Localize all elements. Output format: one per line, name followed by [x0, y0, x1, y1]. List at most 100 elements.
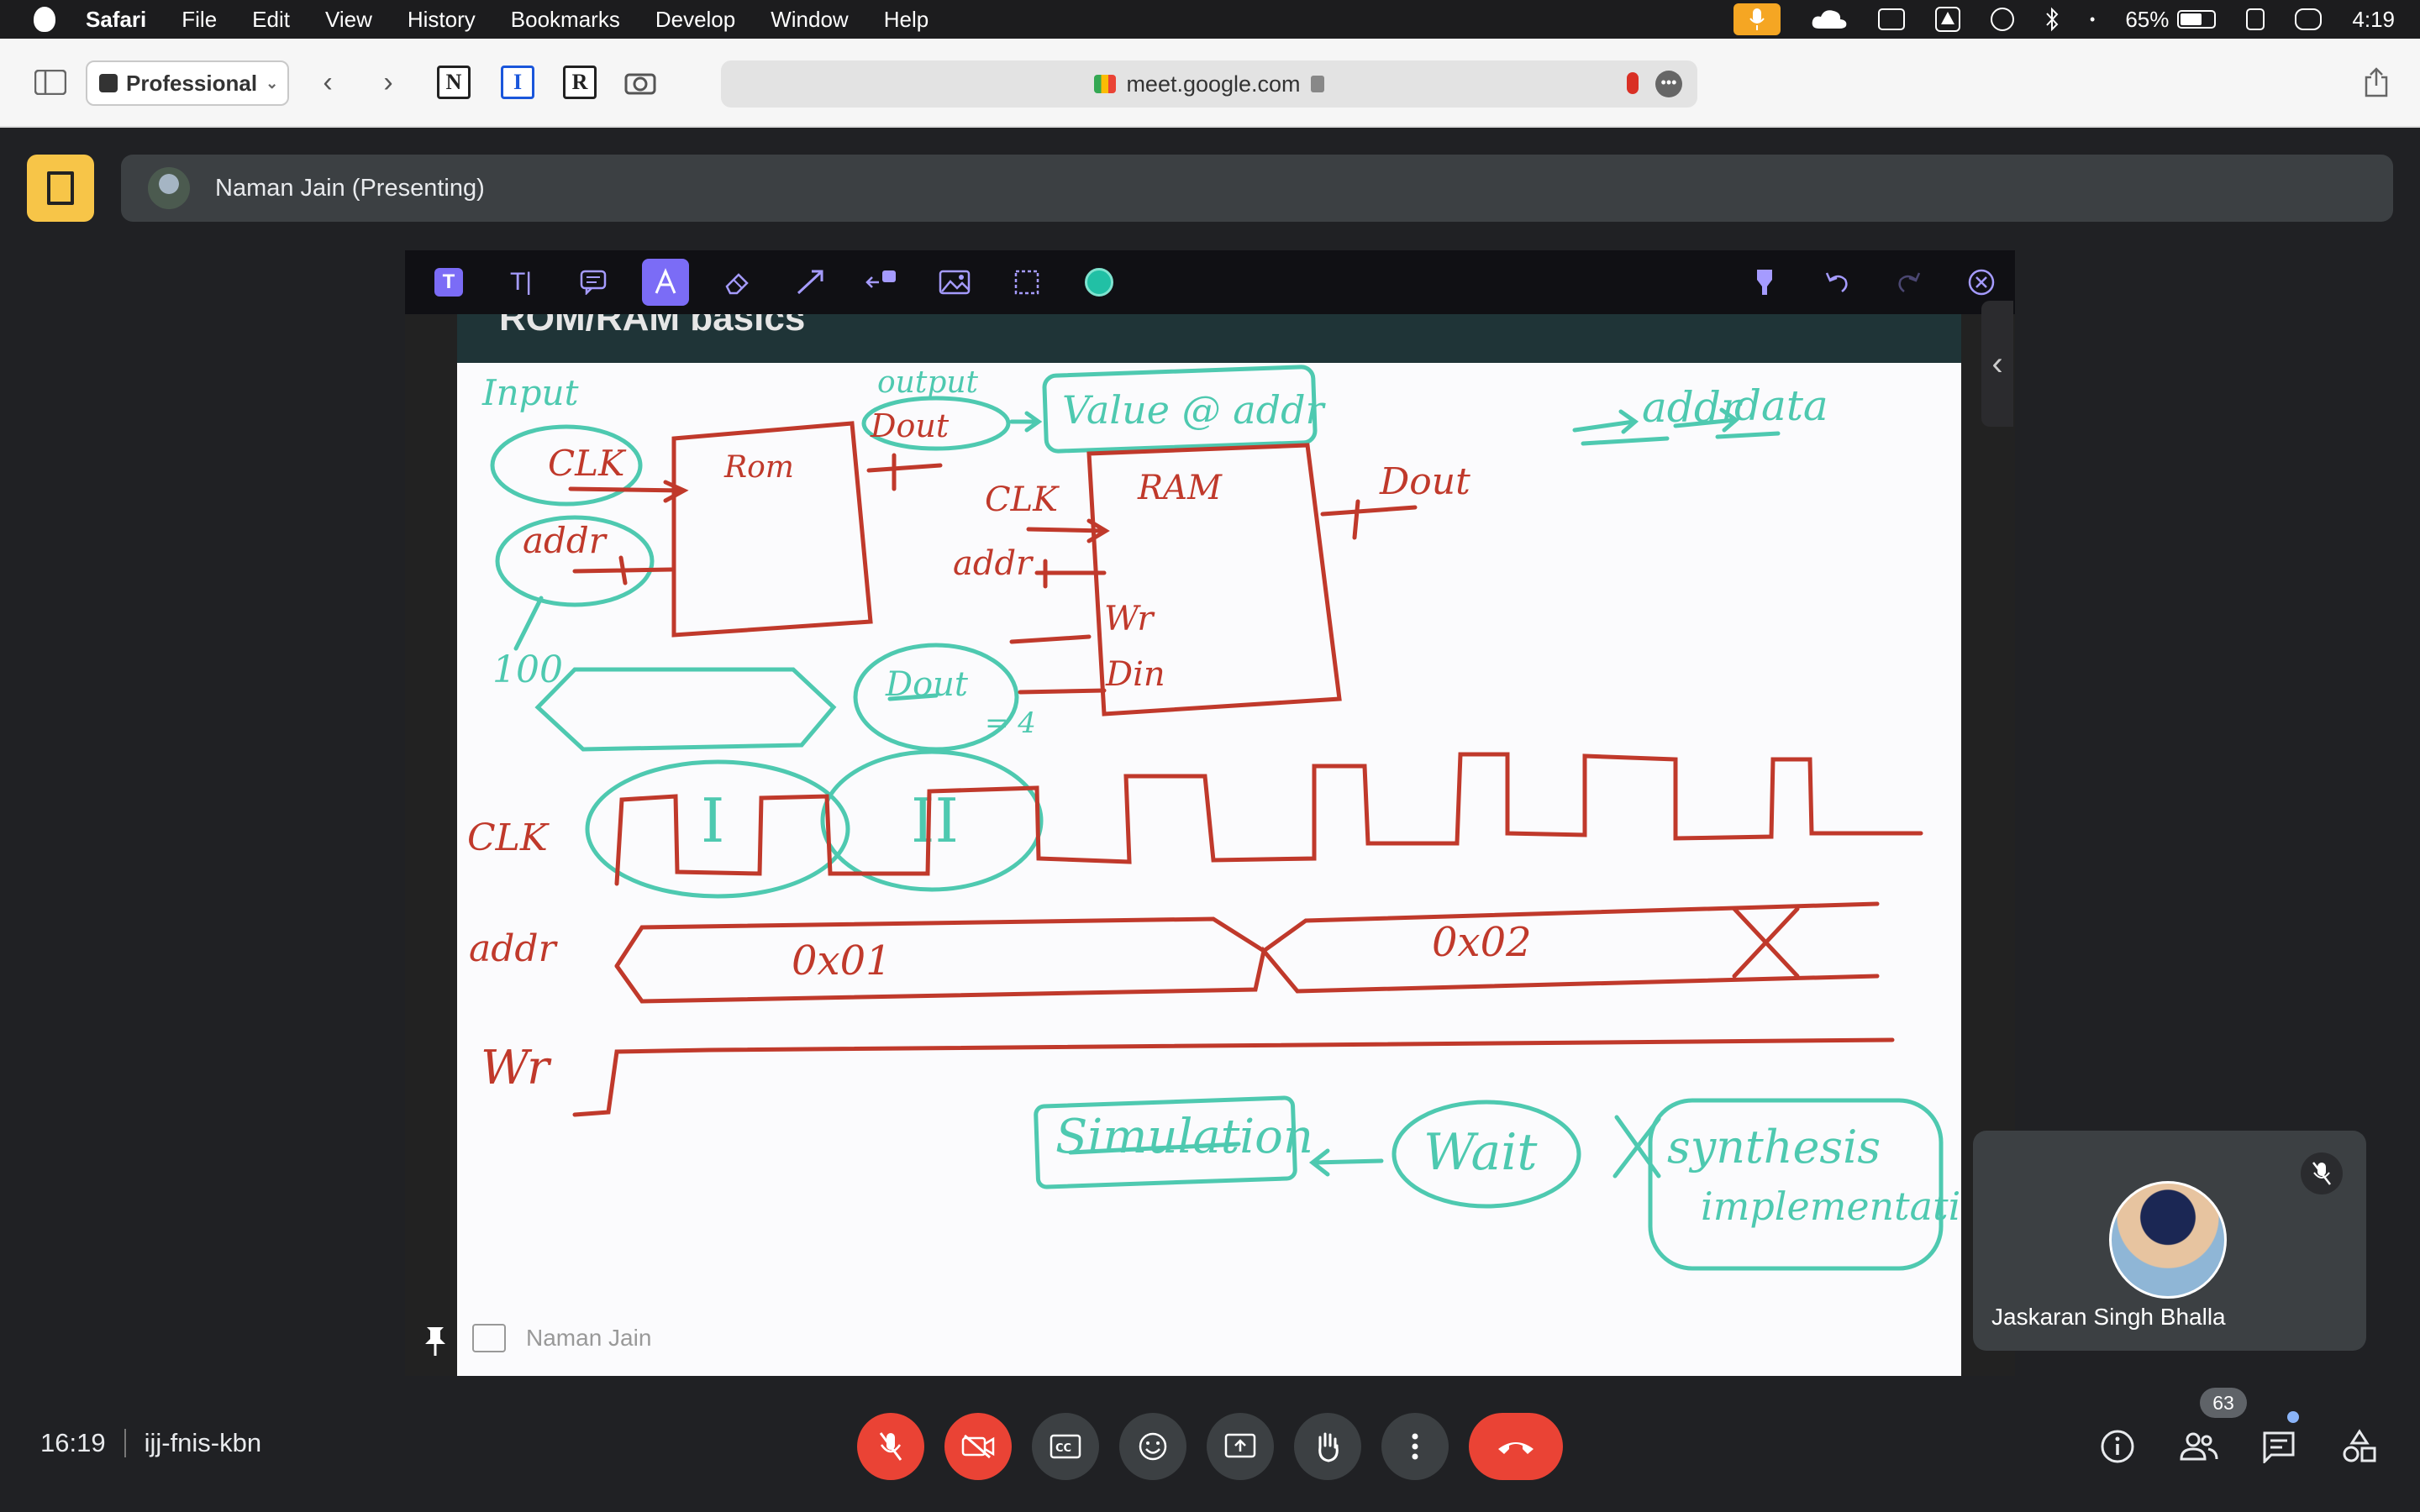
- url-text: meet.google.com: [1126, 71, 1301, 97]
- label-dout-teal: Dout: [885, 665, 969, 704]
- more-icon[interactable]: •••: [1655, 71, 1682, 97]
- highlighter-icon[interactable]: [1741, 259, 1788, 306]
- address-bar[interactable]: meet.google.com •••: [721, 60, 1697, 108]
- menu-help[interactable]: Help: [884, 7, 929, 33]
- slide-title: ROM/RAM basics: [457, 314, 1961, 363]
- image-tool-icon[interactable]: [931, 259, 978, 306]
- chevron-down-icon: ⌄: [266, 74, 279, 92]
- eraser-icon[interactable]: [714, 259, 761, 306]
- label-synthesis: synthesis: [1667, 1121, 1881, 1173]
- menu-view[interactable]: View: [325, 7, 372, 33]
- time-machine-icon[interactable]: [1991, 8, 2015, 31]
- menu-file[interactable]: File: [182, 7, 217, 33]
- menubar-clock[interactable]: 4:19: [2352, 7, 2395, 33]
- people-icon[interactable]: [2178, 1426, 2218, 1467]
- presentation-icon: [472, 1324, 506, 1352]
- participant-count-badge: 63: [2200, 1388, 2247, 1418]
- label-clk-ram: CLK: [985, 480, 1060, 519]
- selection-tool-icon[interactable]: [1003, 259, 1050, 306]
- end-call-icon: [1498, 1442, 1534, 1454]
- safari-toolbar: Professional ⌄ ‹ › N I R meet.google.com…: [0, 39, 2420, 128]
- comment-icon[interactable]: [570, 259, 617, 306]
- label-0x02: 0x02: [1432, 919, 1532, 966]
- present-screen-icon: [1224, 1433, 1256, 1458]
- share-icon[interactable]: [2360, 66, 2393, 99]
- color-picker-icon[interactable]: [1076, 259, 1123, 306]
- emoji-icon: [1139, 1432, 1167, 1461]
- pen-tool-icon[interactable]: [642, 259, 689, 306]
- presenter-name: Naman Jain: [526, 1325, 652, 1351]
- activities-icon[interactable]: [2339, 1426, 2380, 1467]
- undo-icon[interactable]: [1813, 259, 1860, 306]
- bluetooth-icon[interactable]: [2044, 7, 2060, 32]
- icloud-icon[interactable]: [1811, 8, 1848, 30]
- door-icon: [47, 171, 74, 205]
- pin-icon[interactable]: [424, 1326, 449, 1356]
- menu-history[interactable]: History: [408, 7, 476, 33]
- pointer-tool-icon[interactable]: [859, 259, 906, 306]
- participant-tile[interactable]: Jaskaran Singh Bhalla: [1973, 1131, 2366, 1351]
- more-vertical-icon: [1412, 1433, 1418, 1460]
- label-wr-ram: Wr: [1104, 600, 1155, 638]
- captions-button[interactable]: CC: [1032, 1413, 1099, 1480]
- label-addr-wave: addr: [469, 927, 559, 970]
- label-din: Din: [1105, 655, 1165, 694]
- input-source-icon[interactable]: [1878, 8, 1906, 30]
- apple-icon[interactable]: [34, 7, 55, 32]
- camera-toggle-button[interactable]: [944, 1413, 1012, 1480]
- google-drive-icon[interactable]: [1935, 7, 1961, 32]
- menubar-status: • 65% 4:19: [1733, 0, 2395, 39]
- url-microphone-icon[interactable]: [1627, 72, 1639, 94]
- annotation-toolbar: T T|: [405, 250, 2015, 314]
- control-center-icon[interactable]: [2295, 8, 2323, 30]
- back-icon[interactable]: ‹: [311, 66, 345, 99]
- extension-camera-icon[interactable]: [623, 66, 657, 99]
- profile-name: Professional: [126, 70, 258, 96]
- label-rom: Rom: [723, 450, 794, 485]
- meeting-time: 16:19: [40, 1428, 106, 1457]
- companion-mode-button[interactable]: [27, 155, 94, 222]
- menu-edit[interactable]: Edit: [252, 7, 290, 33]
- extension-i-icon[interactable]: I: [501, 66, 534, 99]
- menu-app-name[interactable]: Safari: [86, 7, 146, 33]
- text-size-icon[interactable]: T|: [497, 259, 544, 306]
- menu-bookmarks[interactable]: Bookmarks: [511, 7, 620, 33]
- collapse-panel-tab[interactable]: ‹: [1981, 301, 2013, 427]
- briefcase-icon: [99, 74, 118, 92]
- label-value-at-addr: Value @ addr: [1062, 387, 1327, 433]
- battery-icon: [2177, 10, 2217, 29]
- meet-controls: 16:19 ijj-fnis-kbn CC: [0, 1394, 2420, 1495]
- text-tool-icon[interactable]: T: [425, 259, 472, 306]
- raise-hand-button[interactable]: [1294, 1413, 1361, 1480]
- sidebar-toggle-icon[interactable]: [34, 66, 67, 99]
- svg-text:CC: CC: [1055, 1442, 1071, 1455]
- contact-card-icon[interactable]: [2246, 8, 2265, 30]
- profile-selector[interactable]: Professional ⌄: [86, 60, 289, 106]
- microphone-toggle-button[interactable]: [857, 1413, 924, 1480]
- extension-r-icon[interactable]: R: [563, 66, 597, 99]
- microphone-in-use-icon[interactable]: [1733, 3, 1781, 35]
- label-clk-rom: CLK: [548, 443, 627, 484]
- chat-icon[interactable]: [2259, 1426, 2299, 1467]
- label-wait: Wait: [1423, 1123, 1538, 1182]
- screen-share: T T| ROM/RAM basics Input output Value @…: [405, 250, 2015, 1376]
- camera-off-icon: [961, 1434, 995, 1459]
- participant-avatar: [2109, 1181, 2227, 1299]
- emoji-reaction-button[interactable]: [1119, 1413, 1186, 1480]
- label-addr-ram: addr: [953, 544, 1034, 583]
- redo-icon[interactable]: [1886, 259, 1933, 306]
- leave-call-button[interactable]: [1469, 1413, 1563, 1480]
- present-now-button[interactable]: [1207, 1413, 1274, 1480]
- arrow-tool-icon[interactable]: [786, 259, 834, 306]
- extension-notion-icon[interactable]: N: [437, 66, 471, 99]
- more-options-button[interactable]: [1381, 1413, 1449, 1480]
- label-roman-2: II: [911, 785, 959, 856]
- menu-window[interactable]: Window: [771, 7, 848, 33]
- meeting-details-icon[interactable]: [2097, 1426, 2138, 1467]
- dot-icon: •: [2090, 10, 2096, 28]
- close-annotations-icon[interactable]: [1958, 259, 2005, 306]
- participant-name: Jaskaran Singh Bhalla: [1991, 1304, 2226, 1330]
- battery-status[interactable]: 65%: [2125, 7, 2217, 33]
- menu-develop[interactable]: Develop: [655, 7, 735, 33]
- forward-icon[interactable]: ›: [371, 66, 405, 99]
